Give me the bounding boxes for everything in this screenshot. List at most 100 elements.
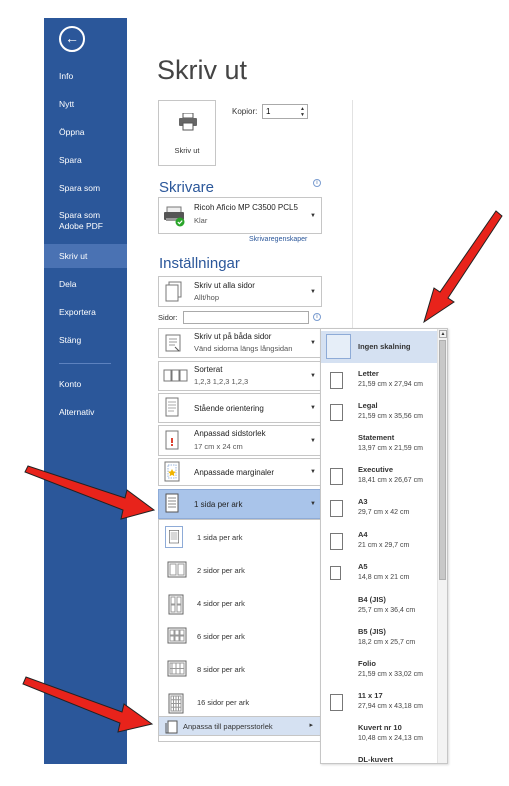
sidebar-item-account[interactable]: Konto <box>44 373 127 395</box>
print-range-select[interactable]: Skriv ut alla sidor Allt/hop ▼ <box>158 276 322 307</box>
margins-icon <box>164 461 180 482</box>
copies-value: 1 <box>266 107 271 116</box>
scale-page-icon <box>165 720 178 734</box>
duplex-sub: Vänd sidorna längs långsidan <box>194 344 293 353</box>
orientation-select[interactable]: Stående orientering ▼ <box>158 393 322 423</box>
sidebar-item-info[interactable]: Info <box>44 65 127 87</box>
scroll-up-icon[interactable]: ▲ <box>439 330 447 338</box>
print-button-label: Skriv ut <box>174 146 200 155</box>
margins-label: Anpassade marginaler <box>194 468 275 477</box>
pages-label: Sidor: <box>158 313 178 322</box>
pps-option-6[interactable]: 6 sidor per ark <box>159 621 321 653</box>
print-button[interactable]: Skriv ut <box>158 100 216 166</box>
pages-per-sheet-select[interactable]: 1 sida per ark ▼ <box>158 489 322 519</box>
sidebar-item-save-as-pdf[interactable]: Spara som Adobe PDF <box>44 210 114 236</box>
paper-option-11x17[interactable]: 11 x 17 27,94 cm x 43,18 cm <box>321 686 438 718</box>
back-arrow-icon[interactable]: ← <box>59 26 85 52</box>
sidebar-item-save-as[interactable]: Spara som <box>44 177 127 199</box>
paper-option-dims: 18,41 cm x 26,67 cm <box>358 477 423 484</box>
sidebar-item-save[interactable]: Spara <box>44 149 127 171</box>
paper-option-name: A5 <box>358 562 368 571</box>
paper-size-submenu: Ingen skalning Letter 21,59 cm x 27,94 c… <box>320 328 448 764</box>
paper-option-a4[interactable]: A4 21 cm x 29,7 cm <box>321 525 438 557</box>
fit-to-paper-size-item[interactable]: Anpassa till pappersstorlek ▸ <box>158 716 322 736</box>
paper-menu-scrollbar[interactable]: ▲ <box>437 329 447 763</box>
paper-option-legal[interactable]: Legal 21,59 cm x 35,56 cm <box>321 396 438 428</box>
pps-option-8[interactable]: 8 sidor per ark <box>159 654 321 686</box>
custom-paper-icon <box>165 430 179 449</box>
paper-option-dims: 21,59 cm x 33,02 cm <box>358 671 423 678</box>
paper-option-name: A4 <box>358 530 368 539</box>
scrollbar-thumb[interactable] <box>439 340 446 580</box>
paper-option-name: Ingen skalning <box>358 342 411 351</box>
duplex-icon <box>165 334 181 352</box>
print-range-label: Skriv ut alla sidor <box>194 281 255 290</box>
copies-label: Kopior: <box>232 107 258 116</box>
paper-page-icon <box>330 533 343 550</box>
paper-option-name: Folio <box>358 659 376 668</box>
paper-option-b4-jis[interactable]: B4 (JIS) 25,7 cm x 36,4 cm <box>321 590 438 622</box>
paper-option-no-scaling[interactable]: Ingen skalning <box>321 331 438 363</box>
duplex-select[interactable]: Skriv ut på båda sidor Vänd sidorna läng… <box>158 328 322 358</box>
pps-option-label: 16 sidor per ark <box>197 698 250 707</box>
paper-option-statement[interactable]: Statement 13,97 cm x 21,59 cm <box>321 428 438 460</box>
panel-divider <box>352 100 353 330</box>
margins-select[interactable]: Anpassade marginaler ▼ <box>158 458 322 486</box>
paper-option-a5[interactable]: A5 14,8 cm x 21 cm <box>321 557 438 589</box>
printer-properties-link[interactable]: Skrivaregenskaper <box>249 236 307 243</box>
info-icon[interactable]: i <box>313 179 321 187</box>
paper-option-name: Statement <box>358 433 395 442</box>
sidebar-item-open[interactable]: Öppna <box>44 121 127 143</box>
collate-select[interactable]: Sorterat 1,2,3 1,2,3 1,2,3 ▼ <box>158 361 322 391</box>
paper-option-executive[interactable]: Executive 18,41 cm x 26,67 cm <box>321 460 438 492</box>
sidebar-item-options[interactable]: Alternativ <box>44 401 127 423</box>
no-scaling-icon <box>326 334 351 359</box>
paper-size-sub: 17 cm x 24 cm <box>194 442 243 451</box>
paper-option-name: DL-kuvert <box>358 755 394 764</box>
two-pages-icon <box>167 561 187 578</box>
paper-size-label: Anpassad sidstorlek <box>194 429 266 438</box>
pages-stack-icon <box>165 281 182 301</box>
paper-size-select[interactable]: Anpassad sidstorlek 17 cm x 24 cm ▼ <box>158 425 322 456</box>
printer-select[interactable]: Ricoh Aficio MP C3500 PCL5 Klar ▼ <box>158 197 322 234</box>
chevron-down-icon: ▼ <box>310 288 316 295</box>
pps-option-4[interactable]: 4 sidor per ark <box>159 588 321 620</box>
copies-stepper[interactable]: 1 ▲ ▼ <box>262 104 308 119</box>
paper-page-icon <box>330 372 343 389</box>
collate-label: Sorterat <box>194 365 223 374</box>
paper-option-dims: 27,94 cm x 43,18 cm <box>358 703 423 710</box>
printer-device-icon <box>164 206 185 226</box>
printer-icon <box>179 113 197 131</box>
paper-option-dl-envelope[interactable]: DL-kuvert <box>321 750 438 764</box>
paper-page-icon <box>330 566 341 580</box>
paper-option-envelope-10[interactable]: Kuvert nr 10 10,48 cm x 24,13 cm <box>321 718 438 750</box>
chevron-down-icon: ▼ <box>310 501 316 507</box>
page-title: Skriv ut <box>157 55 248 85</box>
paper-option-folio[interactable]: Folio 21,59 cm x 33,02 cm <box>321 654 438 686</box>
pps-option-16[interactable]: 16 sidor per ark <box>159 687 321 719</box>
sidebar-item-close[interactable]: Stäng <box>44 329 127 351</box>
chevron-down-icon: ▼ <box>310 405 316 411</box>
pps-option-1[interactable]: 1 sida per ark <box>159 522 321 554</box>
paper-option-letter[interactable]: Letter 21,59 cm x 27,94 cm <box>321 364 438 396</box>
collate-icon <box>163 369 188 382</box>
paper-option-b5-jis[interactable]: B5 (JIS) 18,2 cm x 25,7 cm <box>321 622 438 654</box>
settings-heading: Inställningar <box>159 255 240 272</box>
pages-input[interactable] <box>183 311 309 324</box>
paper-option-name: Letter <box>358 369 379 378</box>
paper-option-a3[interactable]: A3 29,7 cm x 42 cm <box>321 492 438 524</box>
sidebar-divider <box>59 363 111 364</box>
paper-option-name: B4 (JIS) <box>358 595 386 604</box>
sidebar-item-new[interactable]: Nytt <box>44 93 127 115</box>
chevron-down-icon: ▼ <box>310 212 316 219</box>
eight-pages-icon <box>167 660 187 677</box>
sidebar-item-export[interactable]: Exportera <box>44 301 127 323</box>
pps-option-2[interactable]: 2 sidor per ark <box>159 555 321 587</box>
info-icon[interactable]: i <box>313 313 321 321</box>
paper-page-icon <box>330 468 343 485</box>
sidebar-item-share[interactable]: Dela <box>44 273 127 295</box>
sidebar-item-print[interactable]: Skriv ut <box>44 244 127 268</box>
one-page-icon <box>165 526 183 548</box>
chevron-down-icon: ▼ <box>310 340 316 346</box>
spin-arrows-icon[interactable]: ▲ ▼ <box>300 106 305 118</box>
